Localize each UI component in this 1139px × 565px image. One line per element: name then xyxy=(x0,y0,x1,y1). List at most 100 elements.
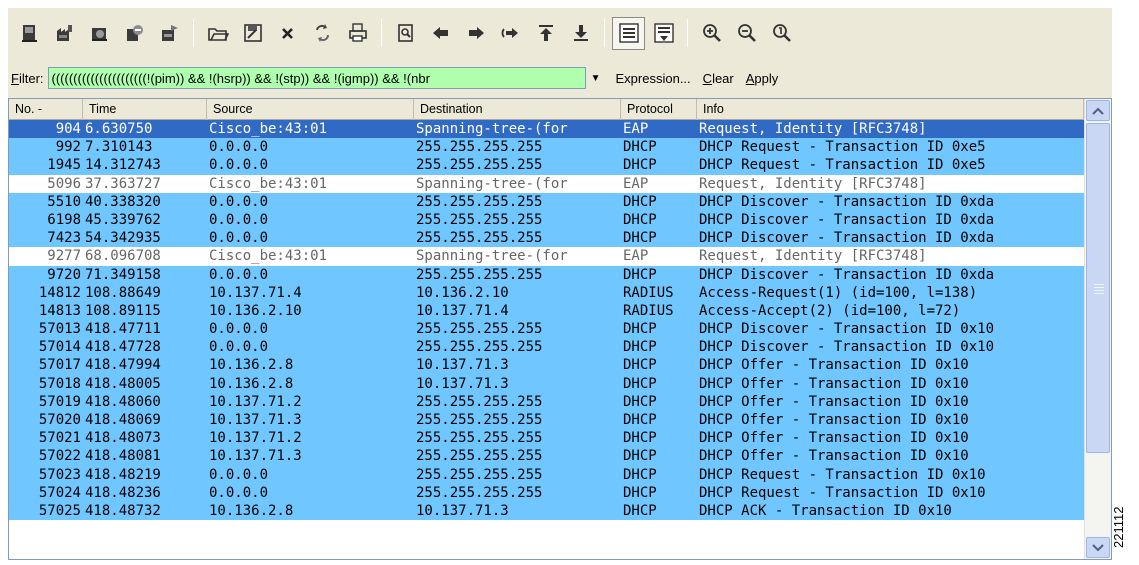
dropdown-arrow-icon: ▼ xyxy=(590,72,601,84)
stop-capture-button[interactable] xyxy=(117,16,152,50)
packet-source: 10.137.71.3 xyxy=(209,412,302,428)
packet-destination: 10.137.71.3 xyxy=(416,375,509,392)
find-packet-button[interactable] xyxy=(388,16,423,50)
packet-time: 7.310143 xyxy=(85,139,153,156)
thumb-grip xyxy=(1094,287,1104,288)
auto-scroll-button[interactable] xyxy=(646,16,681,50)
packet-time: 418.48219 xyxy=(85,466,161,483)
expression-button[interactable]: Expression... xyxy=(616,71,691,86)
reload-button[interactable] xyxy=(305,16,340,50)
packet-row[interactable]: 57023 418.48219 0.0.0.0 255.255.255.255 DHCP… xyxy=(9,465,1084,484)
packet-row[interactable]: 992 7.310143 0.0.0.0 255.255.255.255 DHCP DHC… xyxy=(9,138,1084,157)
scroll-down-button[interactable] xyxy=(1086,537,1110,558)
apply-button[interactable]: Apply xyxy=(746,71,779,86)
packet-time: 54.342935 xyxy=(85,230,161,247)
reload-icon xyxy=(312,22,334,44)
packet-number: 57017 xyxy=(38,357,81,374)
packet-row[interactable]: 57025 418.48732 10.136.2.8 10.137.71.3 DHCP D… xyxy=(9,501,1084,521)
packet-row[interactable]: 57017 418.47994 10.136.2.8 10.137.71.3 DHCP D… xyxy=(9,356,1084,375)
packet-row[interactable]: 6198 45.339762 0.0.0.0 255.255.255.255 DHCP D… xyxy=(9,210,1084,230)
packet-number: 5510 xyxy=(47,193,81,210)
column-header-protocol[interactable]: Protocol xyxy=(621,99,697,120)
packet-time: 108.88649 xyxy=(85,284,161,301)
open-file-button[interactable] xyxy=(200,16,235,50)
packet-protocol: DHCP xyxy=(623,157,657,174)
packet-row[interactable]: 57018 418.48005 10.136.2.8 10.137.71.3 DHCP D… xyxy=(9,374,1084,393)
clear-button[interactable]: Clear xyxy=(703,71,734,86)
toolbar-separator xyxy=(687,19,688,47)
packet-row[interactable]: 57022 418.48081 10.137.71.3 255.255.255.255… xyxy=(9,447,1084,466)
column-header-time[interactable]: Time xyxy=(83,99,207,120)
column-header-destination[interactable]: Destination xyxy=(414,99,621,120)
close-file-button[interactable] xyxy=(270,16,305,50)
packet-source: 10.136.2.10 xyxy=(209,302,302,319)
packet-destination: 255.255.255.255 xyxy=(416,230,543,247)
close-file-icon xyxy=(277,22,299,44)
column-header-source[interactable]: Source xyxy=(207,99,414,120)
capture-options-button[interactable] xyxy=(47,16,82,50)
go-last-button[interactable] xyxy=(563,16,598,50)
packet-row[interactable]: 57019 418.48060 10.137.71.2 255.255.255.255… xyxy=(9,392,1084,411)
filter-dropdown[interactable]: ▼ xyxy=(588,73,604,84)
interfaces-button[interactable] xyxy=(12,16,47,50)
packet-info: DHCP Discover - Transaction ID 0x10 xyxy=(699,339,995,356)
packet-list[interactable]: No. - Time Source Destination Protocol I… xyxy=(8,98,1112,560)
zoom-in-icon xyxy=(701,22,723,44)
packet-row[interactable]: 7423 54.342935 0.0.0.0 255.255.255.255 DHCP D… xyxy=(9,229,1084,248)
packet-number: 9720 xyxy=(47,266,81,283)
filter-input[interactable] xyxy=(47,67,586,89)
packet-row[interactable]: 14813 108.89115 10.136.2.10 10.137.71.4 RADI… xyxy=(9,301,1084,321)
packet-number: 9277 xyxy=(47,248,81,265)
packet-number: 14813 xyxy=(38,302,81,319)
packet-source: Cisco_be:43:01 xyxy=(209,121,328,137)
zoom-out-button[interactable] xyxy=(729,16,764,50)
packet-info: DHCP ACK - Transaction ID 0x10 xyxy=(699,502,952,519)
packet-row[interactable]: 57013 418.47711 0.0.0.0 255.255.255.255 DHCP… xyxy=(9,320,1084,339)
packet-row[interactable]: 9277 68.096708 Cisco_be:43:01 Spanning-tree… xyxy=(9,247,1084,266)
packet-row[interactable]: 9720 71.349158 0.0.0.0 255.255.255.255 DHCP D… xyxy=(9,265,1084,284)
save-file-button[interactable] xyxy=(235,16,270,50)
zoom-in-button[interactable] xyxy=(694,16,729,50)
normal-size-button[interactable] xyxy=(764,16,799,50)
packet-source: 10.137.71.3 xyxy=(209,448,302,465)
packet-info: Access-Accept(2) (id=100, l=72) xyxy=(699,302,961,319)
print-icon xyxy=(347,22,369,44)
scroll-up-button[interactable] xyxy=(1086,100,1110,121)
packet-destination: Spanning-tree-(for xyxy=(416,248,568,265)
vertical-scrollbar[interactable] xyxy=(1084,99,1111,559)
packet-row[interactable]: 904 6.630750 Cisco_be:43:01 Spanning-tree-(… xyxy=(9,120,1084,139)
packet-info: DHCP Offer - Transaction ID 0x10 xyxy=(699,357,969,374)
wireshark-window: Filter: ▼ Expression... Clear Apply No. … xyxy=(8,8,1112,560)
go-back-button[interactable] xyxy=(423,16,458,50)
print-button[interactable] xyxy=(340,16,375,50)
restart-capture-button[interactable] xyxy=(152,16,187,50)
packet-number: 6198 xyxy=(47,211,81,228)
packet-protocol: DHCP xyxy=(623,211,657,228)
packet-destination: Spanning-tree-(for xyxy=(416,121,568,137)
go-first-button[interactable] xyxy=(528,16,563,50)
packet-row[interactable]: 57014 418.47728 0.0.0.0 255.255.255.255 DHCP… xyxy=(9,338,1084,357)
scrollbar-thumb[interactable] xyxy=(1086,123,1110,453)
column-header-info[interactable]: Info xyxy=(697,99,1084,120)
packet-row[interactable]: 1945 14.312743 0.0.0.0 255.255.255.255 DHCP D… xyxy=(9,156,1084,175)
packet-row[interactable]: 57020 418.48069 10.137.71.3 255.255.255.255… xyxy=(9,411,1084,430)
start-capture-button[interactable] xyxy=(82,16,117,50)
packet-destination: 10.137.71.3 xyxy=(416,357,509,374)
packet-number: 57021 xyxy=(38,430,81,447)
column-header-no[interactable]: No. - xyxy=(9,99,83,120)
colorize-button[interactable] xyxy=(612,16,645,50)
packet-time: 40.338320 xyxy=(85,193,161,210)
packet-row[interactable]: 57024 418.48236 0.0.0.0 255.255.255.255 DHCP… xyxy=(9,483,1084,502)
packet-info: DHCP Offer - Transaction ID 0x10 xyxy=(699,375,969,392)
packet-protocol: EAP xyxy=(623,121,649,137)
go-to-packet-button[interactable] xyxy=(493,16,528,50)
packet-row[interactable]: 5510 40.338320 0.0.0.0 255.255.255.255 DHCP D… xyxy=(9,192,1084,211)
packet-source: 10.137.71.2 xyxy=(209,430,302,447)
packet-row[interactable]: 57021 418.48073 10.137.71.2 255.255.255.255… xyxy=(9,429,1084,448)
packet-source: 10.136.2.8 xyxy=(209,375,294,392)
go-forward-button[interactable] xyxy=(458,16,493,50)
packet-row[interactable]: 14812 108.88649 10.137.71.4 10.136.2.10 RADI… xyxy=(9,283,1084,302)
packet-time: 418.48081 xyxy=(85,448,161,465)
zoom-out-icon xyxy=(736,22,758,44)
packet-row[interactable]: 5096 37.363727 Cisco_be:43:01 Spanning-tree… xyxy=(9,174,1084,193)
